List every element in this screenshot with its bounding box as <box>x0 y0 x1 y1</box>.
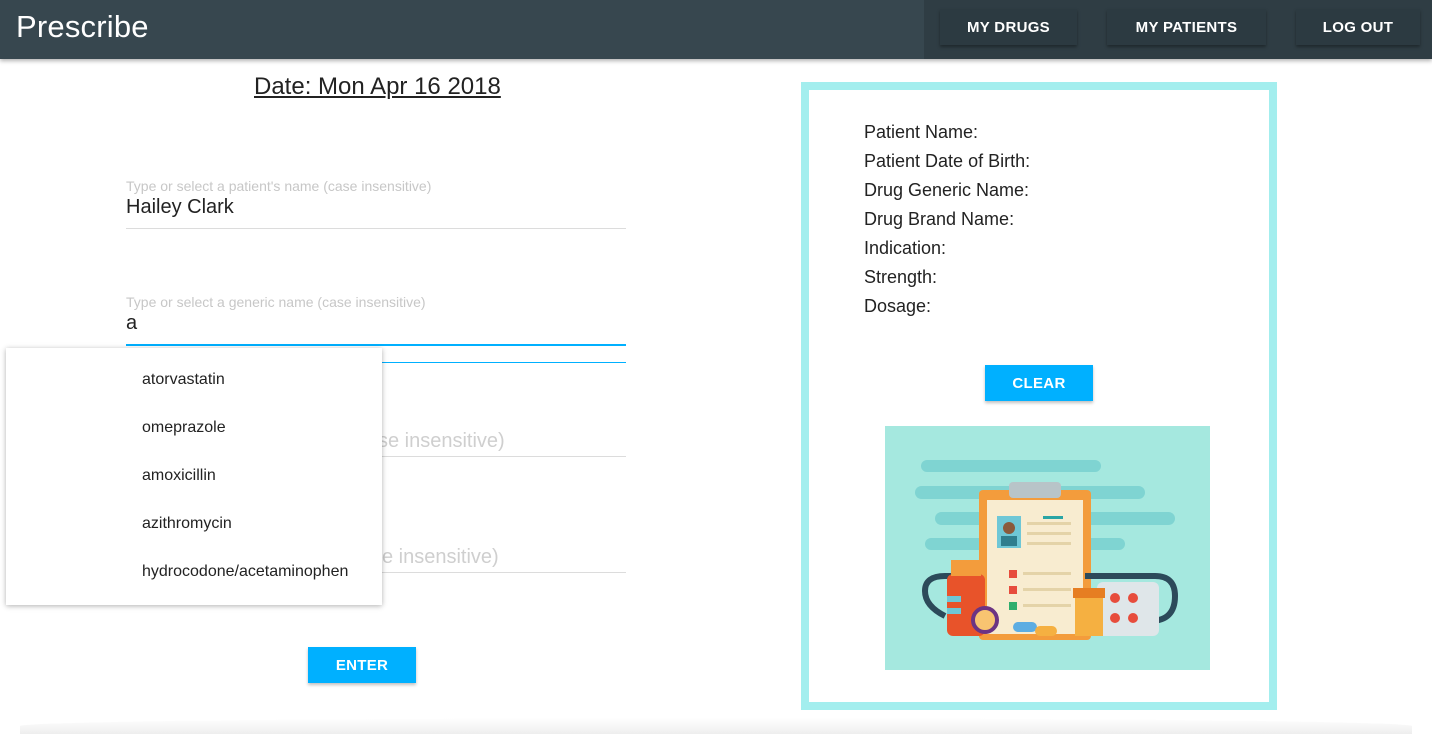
log-out-button[interactable]: LOG OUT <box>1296 9 1420 45</box>
app-header: Prescribe MY DRUGS MY PATIENTS LOG OUT <box>0 0 1432 59</box>
my-drugs-button[interactable]: MY DRUGS <box>940 9 1077 45</box>
date-heading: Date: Mon Apr 16 2018 <box>254 73 501 100</box>
suggestion-item[interactable]: hydrocodone/acetaminophen <box>142 563 348 581</box>
prescription-summary-card: Patient Name: Patient Date of Birth: Dru… <box>801 82 1277 710</box>
enter-button[interactable]: ENTER <box>308 647 416 683</box>
my-patients-button[interactable]: MY PATIENTS <box>1107 9 1266 45</box>
clear-button[interactable]: CLEAR <box>985 365 1093 401</box>
patient-name-label: Patient Name: <box>864 122 979 142</box>
patient-name-field[interactable]: Type or select a patient's name (case in… <box>126 178 626 229</box>
drug-brand-name-label: Drug Brand Name: <box>864 209 1015 229</box>
indication-label: Indication: <box>864 238 947 258</box>
indication-placeholder: e insensitive) <box>382 546 499 568</box>
brand-name-placeholder: se insensitive) <box>378 430 505 452</box>
suggestion-item[interactable]: amoxicillin <box>142 467 216 485</box>
suggestion-item[interactable]: azithromycin <box>142 515 232 533</box>
page-bottom-shadow <box>20 718 1412 734</box>
generic-name-value[interactable]: a <box>126 312 626 338</box>
patient-name-value[interactable]: Hailey Clark <box>126 196 626 222</box>
suggestion-item[interactable]: omeprazole <box>142 419 226 437</box>
patient-dob-label: Patient Date of Birth: <box>864 151 1031 171</box>
dosage-label: Dosage: <box>864 296 932 316</box>
autocomplete-menu: atorvastatin omeprazole amoxicillin azit… <box>6 348 382 605</box>
patient-name-placeholder: Type or select a patient's name (case in… <box>126 178 432 194</box>
generic-name-underline <box>126 344 626 346</box>
clipboard-medicine-icon <box>915 460 1179 640</box>
generic-name-field[interactable]: Type or select a generic name (case inse… <box>126 294 626 346</box>
strength-label: Strength: <box>864 267 938 287</box>
medical-illustration <box>885 426 1210 670</box>
app-brand[interactable]: Prescribe <box>16 9 149 45</box>
suggestion-item[interactable]: atorvastatin <box>142 371 225 389</box>
patient-name-underline <box>126 228 626 229</box>
drug-generic-name-label: Drug Generic Name: <box>864 180 1030 200</box>
generic-name-placeholder: Type or select a generic name (case inse… <box>126 294 426 310</box>
